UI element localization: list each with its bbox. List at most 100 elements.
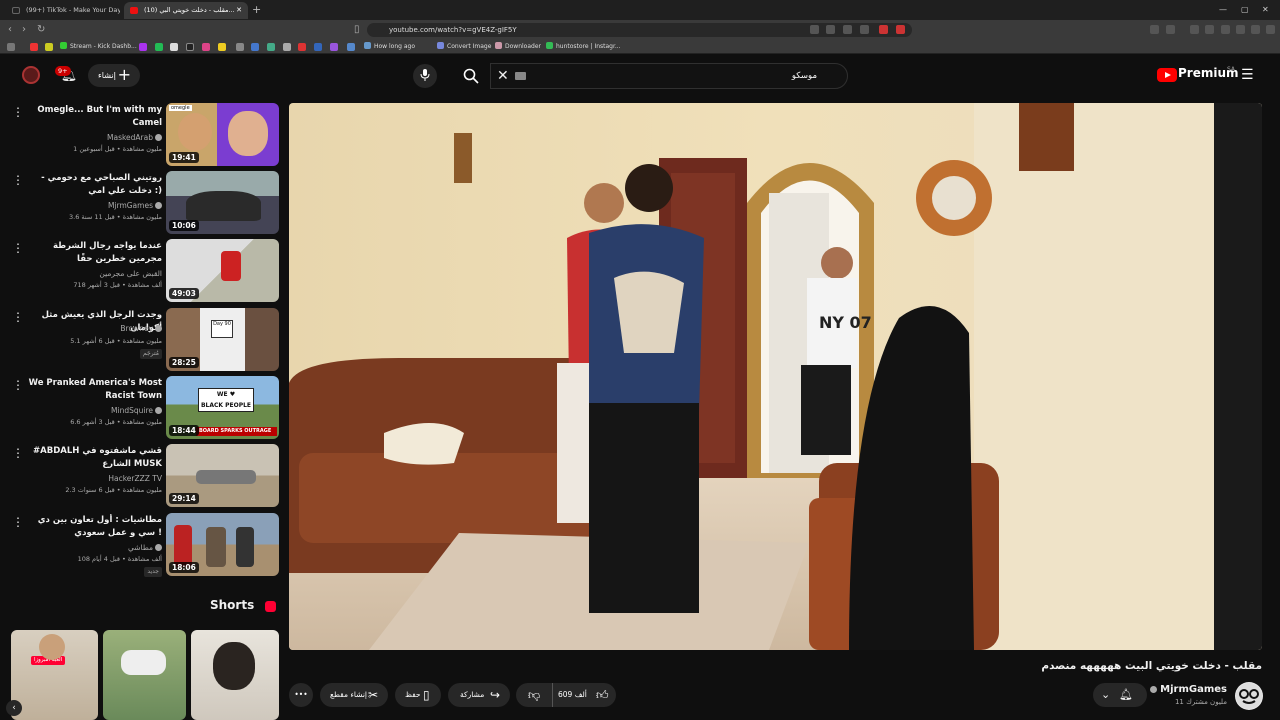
instagram-icon[interactable] [202, 43, 210, 51]
tab-tiktok[interactable]: (99+) TikTok - Make Your Day [6, 2, 120, 19]
video-title[interactable]: #ABDALH قشي ماشفتوه في الشارع MUSK [28, 445, 162, 471]
video-title[interactable]: عندما يواجه رجال الشرطة مجرمين خطرين حقً… [28, 240, 162, 266]
bookmark-icon[interactable] [314, 43, 322, 51]
close-window-icon[interactable]: ✕ [1262, 2, 1269, 18]
bookmark-convert-image[interactable]: Convert Image [437, 41, 491, 53]
account-avatar[interactable] [22, 66, 40, 84]
translate-icon[interactable] [826, 25, 835, 34]
bookmark-icon[interactable] [330, 43, 338, 51]
tiktok-icon[interactable] [186, 43, 194, 51]
apps-icon[interactable] [7, 43, 15, 51]
video-title[interactable]: Omegle... But I'm with my Camel [28, 104, 162, 130]
more-options-icon[interactable]: ⋮ [12, 241, 24, 255]
list-item[interactable]: ⋮ عندما يواجه رجال الشرطة مجرمين خطرين ح… [0, 239, 282, 305]
short-card[interactable] [191, 630, 279, 720]
keyboard-icon[interactable] [515, 72, 526, 80]
video-thumbnail[interactable]: WE ♥ BLACK PEOPLE BOARD SPARKS OUTRAGE 18… [166, 376, 279, 439]
create-button[interactable]: إنشاء + [88, 64, 140, 87]
voice-search-mic-icon[interactable] [413, 64, 437, 88]
video-thumbnail[interactable]: 10:06 [166, 171, 279, 234]
wallet-icon[interactable] [1251, 25, 1260, 34]
bookmark-icon[interactable] [267, 43, 275, 51]
search-button[interactable] [453, 63, 489, 89]
screen-icon[interactable] [810, 25, 819, 34]
x-icon[interactable] [170, 43, 178, 51]
list-item[interactable]: ⋮ مطاشيات : أول تعاون بين دي سي و عمل سع… [0, 513, 282, 579]
tab-youtube[interactable]: (10) مقلب - دخلت خويتي البي... ✕ [124, 2, 248, 19]
bookmark-icon[interactable] [347, 43, 355, 51]
search-query[interactable]: موسكو [792, 64, 817, 88]
hamburger-menu-icon[interactable]: ☰ [1241, 67, 1254, 83]
video-thumbnail[interactable]: Day 90 28:25 [166, 308, 279, 371]
list-item[interactable]: ⋮ وجدت الرجل الذي يعيش مثل أكوامان Brown… [0, 308, 282, 374]
bookmark-icon[interactable]: ▯ [354, 23, 360, 37]
shorts-prev-icon[interactable]: ‹ [6, 700, 22, 716]
bookmark-icon[interactable] [251, 43, 259, 51]
like-count[interactable]: 609 ألف [558, 683, 587, 707]
video-title[interactable]: We Pranked America's Most Racist Town [28, 377, 162, 403]
bookmark-huntostore[interactable]: huntostore | Instagr... [546, 41, 621, 53]
search-input[interactable]: ✕ موسكو [490, 63, 848, 89]
channel-name[interactable]: MaskedArab [28, 132, 162, 143]
more-options-icon[interactable]: ⋮ [12, 515, 24, 529]
video-thumbnail[interactable]: 18:06 [166, 513, 279, 576]
sidebar-icon[interactable] [1205, 25, 1214, 34]
share-page-icon[interactable] [860, 25, 869, 34]
list-item[interactable]: ⋮ روتيني الصباحي مع دحومي - دخلت علي امي… [0, 171, 282, 237]
new-tab-button[interactable]: + [252, 2, 261, 18]
channel-name[interactable]: MjrmGames [28, 200, 162, 211]
channel-name[interactable]: MindSquire [28, 405, 162, 416]
more-options-icon[interactable]: ⋮ [12, 446, 24, 460]
more-actions-button[interactable]: ••• [289, 683, 313, 707]
vpn-icon[interactable] [1236, 25, 1245, 34]
list-item[interactable]: ⋮ #ABDALH قشي ماشفتوه في الشارع MUSK Hac… [0, 444, 282, 510]
more-options-icon[interactable]: ⋮ [12, 378, 24, 392]
puzzle-icon[interactable] [1221, 25, 1230, 34]
page-scrollbar[interactable] [1272, 60, 1280, 720]
video-thumbnail[interactable]: omegle 19:41 [166, 103, 279, 166]
channel-name[interactable]: Browney [28, 323, 162, 334]
channel-name[interactable]: القبض على مجرمين [28, 268, 162, 279]
bookmark-icon[interactable] [45, 43, 53, 51]
shield-icon[interactable] [879, 25, 888, 34]
menu-icon[interactable] [1266, 25, 1275, 34]
bookmark-icon[interactable] [298, 43, 306, 51]
bookmark-icon[interactable] [30, 43, 38, 51]
clear-search-icon[interactable]: ✕ [497, 64, 509, 88]
snapchat-icon[interactable] [218, 43, 226, 51]
like-button[interactable]: 👍︎ [596, 683, 609, 707]
short-card[interactable] [103, 630, 186, 720]
video-thumbnail[interactable]: 29:14 [166, 444, 279, 507]
share-button[interactable]: مشاركة ↪ [448, 683, 510, 707]
bookmark-icon[interactable] [283, 43, 291, 51]
maximize-icon[interactable]: ▢ [1241, 2, 1249, 18]
subscribed-notification-button[interactable]: ⌄ 🔔︎ [1093, 683, 1147, 707]
music-icon[interactable] [1190, 25, 1199, 34]
short-card[interactable]: العبة امبروزا [11, 630, 98, 720]
close-tab-icon[interactable]: ✕ [236, 2, 242, 19]
channel-name[interactable]: HackerZZZ TV [28, 473, 162, 484]
more-options-icon[interactable]: ⋮ [12, 105, 24, 119]
bookmark-icon[interactable] [236, 43, 244, 51]
bookmark-icon[interactable] [139, 43, 147, 51]
video-player[interactable]: NY 07 [289, 103, 1262, 650]
clip-button[interactable]: إنشاء مقطع ✂ [320, 683, 388, 707]
channel-name-main[interactable]: MjrmGames [1140, 684, 1227, 695]
extension-icon[interactable] [1166, 25, 1175, 34]
save-button[interactable]: حفظ ▯ [395, 683, 441, 707]
extension-icon[interactable] [1150, 25, 1159, 34]
ad-block-icon[interactable] [896, 25, 905, 34]
dislike-button[interactable]: 👎︎ [528, 683, 540, 707]
bookmark-downloader[interactable]: Downloader [495, 41, 541, 53]
back-icon[interactable]: ‹ [8, 23, 12, 37]
channel-name[interactable]: مطاشي [28, 542, 162, 553]
list-item[interactable]: ⋮ Omegle... But I'm with my Camel Masked… [0, 103, 282, 169]
youtube-logo-icon[interactable] [1157, 68, 1177, 82]
reload-icon[interactable]: ↻ [37, 23, 45, 37]
zoom-icon[interactable] [843, 25, 852, 34]
channel-avatar[interactable] [1235, 682, 1263, 710]
list-item[interactable]: ⋮ We Pranked America's Most Racist Town … [0, 376, 282, 442]
bookmark-kick[interactable]: Stream - Kick Dashb... [60, 41, 137, 53]
video-thumbnail[interactable]: 49:03 [166, 239, 279, 302]
bookmark-how-long-ago[interactable]: How long ago [364, 41, 415, 53]
